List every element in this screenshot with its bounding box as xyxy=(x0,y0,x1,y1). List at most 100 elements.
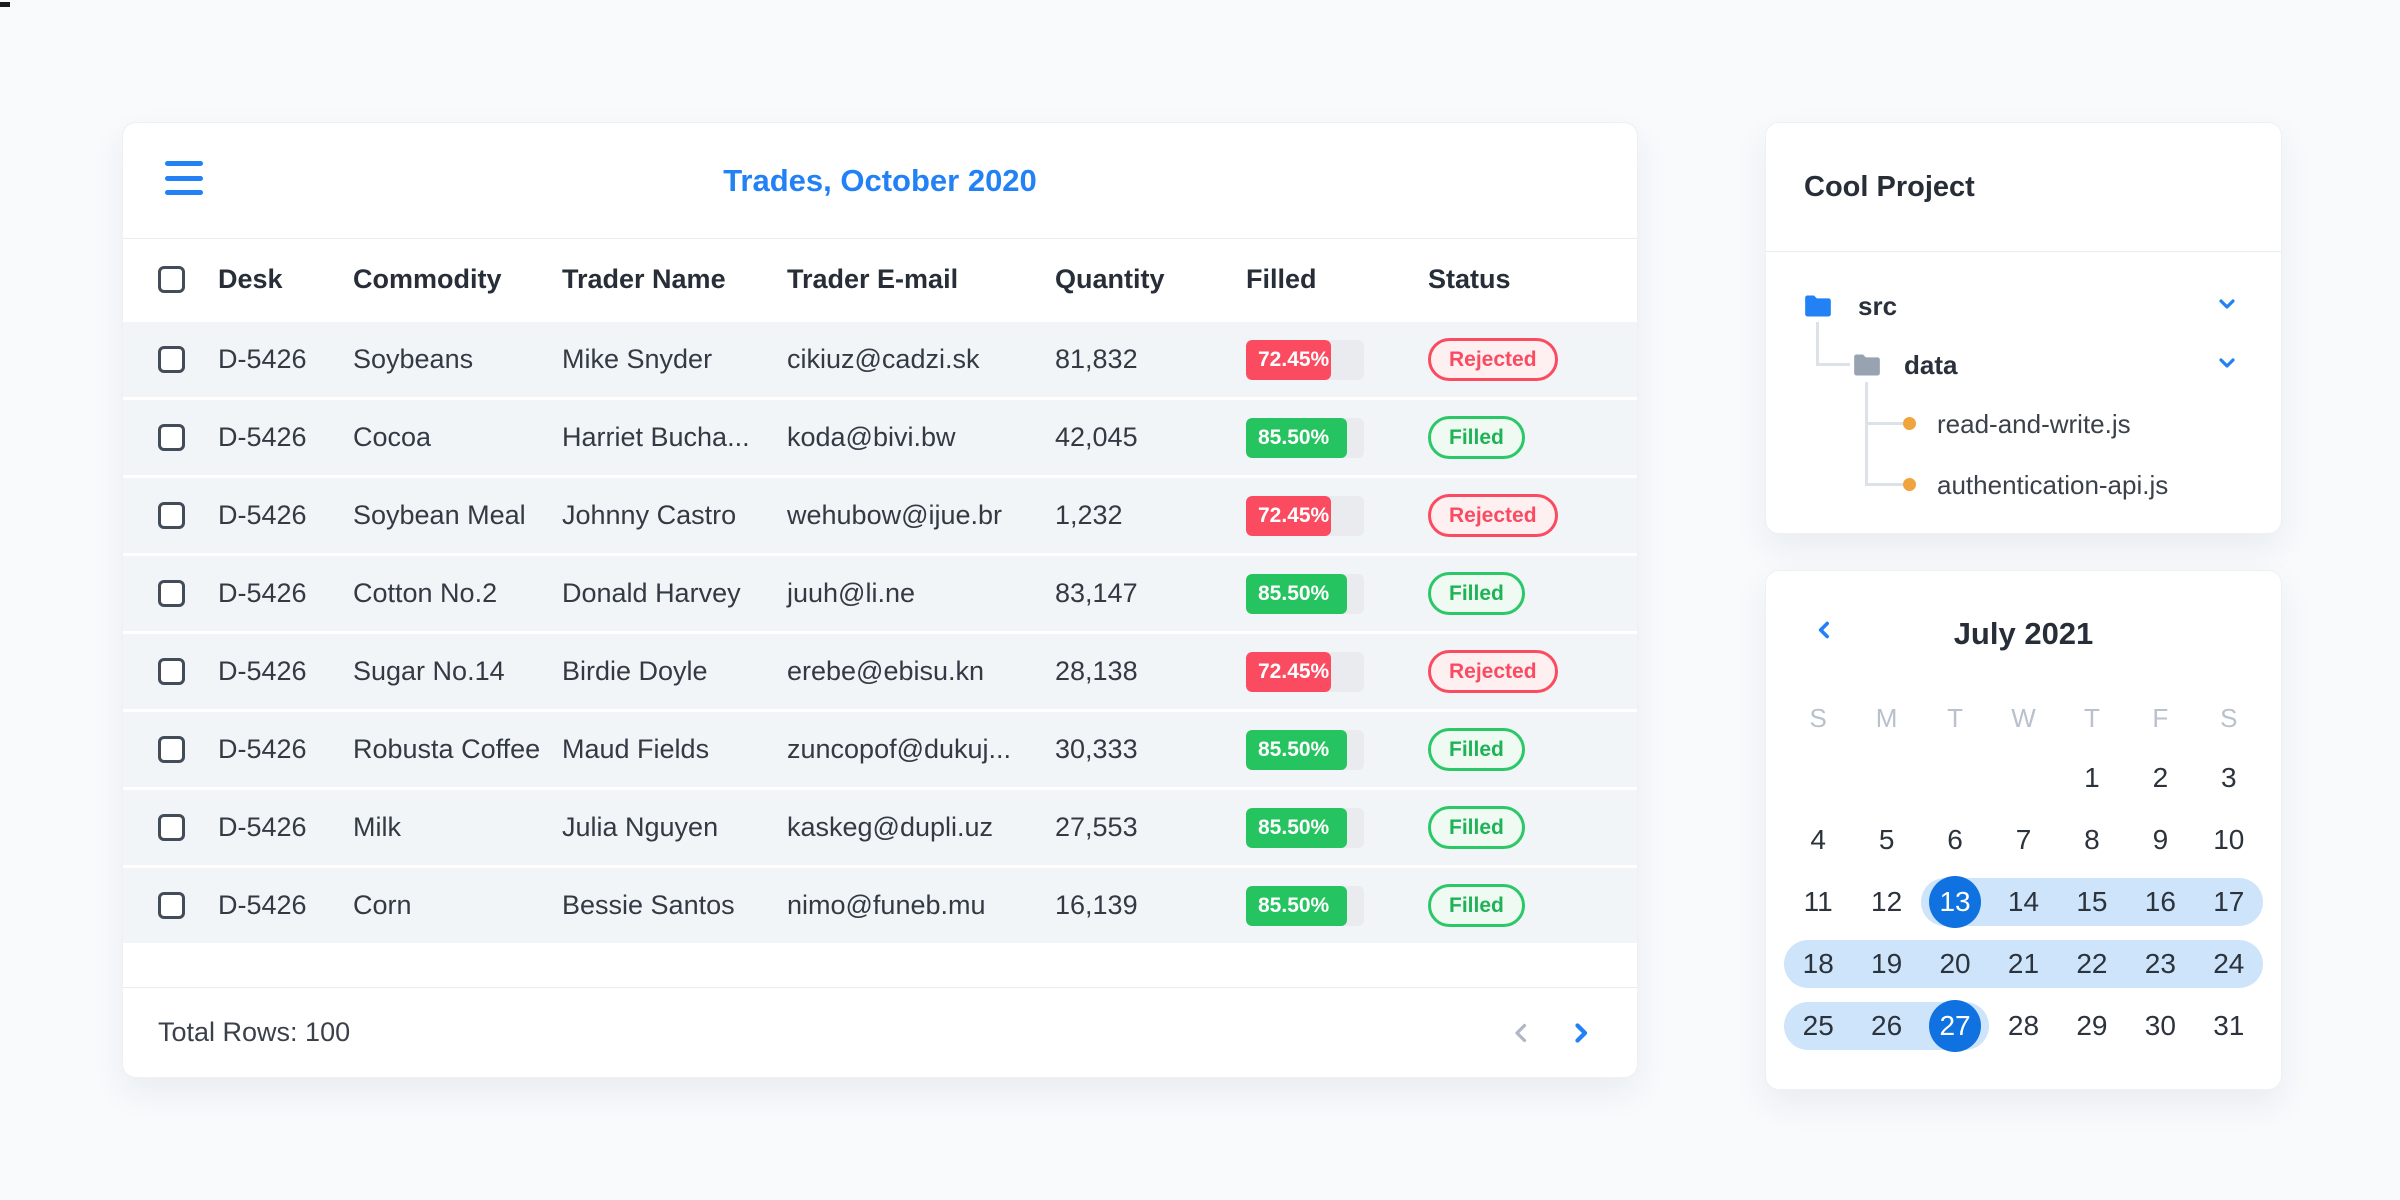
cell-desk: D-5426 xyxy=(218,578,307,608)
calendar-week-row: 4 5 6 7 8 9 10 xyxy=(1784,809,2263,871)
file-bullet-icon xyxy=(1903,478,1916,491)
screen-edge-artifact xyxy=(0,2,10,7)
calendar-header: July 2021 xyxy=(1784,571,2263,697)
calendar-day[interactable]: 20 xyxy=(1920,933,1990,995)
tree-connector xyxy=(1865,382,1868,485)
calendar-day[interactable]: 14 xyxy=(1989,871,2059,933)
filled-progress-value: 72.45% xyxy=(1246,339,1332,380)
calendar-day[interactable]: 5 xyxy=(1852,809,1920,871)
day-number: 4 xyxy=(1810,824,1826,855)
row-checkbox[interactable] xyxy=(158,346,185,373)
chevron-down-icon[interactable] xyxy=(2215,292,2239,321)
filled-progress-bar: 85.50% xyxy=(1246,573,1364,614)
day-number: 20 xyxy=(1939,948,1971,979)
calendar-weekday-row: S M T W T F S xyxy=(1784,697,2263,739)
calendar-day[interactable]: 1 xyxy=(2058,747,2126,809)
status-badge: Rejected xyxy=(1428,493,1558,538)
chevron-down-icon[interactable] xyxy=(2215,351,2239,380)
chevron-left-icon xyxy=(1515,1023,1527,1042)
chevron-left-icon xyxy=(1818,621,1830,639)
calendar-day[interactable]: 7 xyxy=(1989,809,2057,871)
cell-quantity: 28,138 xyxy=(1055,656,1138,686)
row-checkbox[interactable] xyxy=(158,424,185,451)
day-number: 16 xyxy=(2144,886,2176,917)
folder-icon xyxy=(1854,354,1880,376)
calendar-day[interactable]: 6 xyxy=(1921,809,1989,871)
calendar-day[interactable]: 21 xyxy=(1989,933,2059,995)
calendar-day[interactable]: 29 xyxy=(2058,995,2126,1057)
calendar-day-empty xyxy=(1852,747,1920,809)
tree-item-label: data xyxy=(1904,349,1958,380)
row-checkbox[interactable] xyxy=(158,814,185,841)
tree-item-file[interactable]: read-and-write.js xyxy=(1937,404,2131,444)
calendar-day[interactable]: 23 xyxy=(2126,933,2195,995)
menu-icon[interactable] xyxy=(165,161,203,195)
filled-progress-bar: 85.50% xyxy=(1246,417,1364,458)
calendar-day[interactable]: 26 xyxy=(1852,995,1922,1057)
day-number: 21 xyxy=(2007,948,2040,979)
tree-item-file[interactable]: authentication-api.js xyxy=(1937,465,2168,505)
day-number: 22 xyxy=(2076,948,2108,979)
calendar-day[interactable]: 30 xyxy=(2126,995,2194,1057)
cell-trader-name: Maud Fields xyxy=(562,734,710,764)
status-badge: Filled xyxy=(1428,571,1525,616)
row-checkbox[interactable] xyxy=(158,736,185,763)
filled-progress-bar: 85.50% xyxy=(1246,729,1364,770)
calendar-day[interactable]: 10 xyxy=(2195,809,2263,871)
table-row: D-5426 Soybean Meal Johnny Castro wehubow@i… xyxy=(123,478,1637,553)
prev-page-button[interactable] xyxy=(1507,1018,1537,1048)
calendar-grid: 1 2 3 4 5 6 7 8 9 10 11 12 13 14 15 16 17 18 19 20 21 22 23 24 2… xyxy=(1784,747,2264,1057)
calendar-day[interactable]: 8 xyxy=(2058,809,2126,871)
cell-quantity: 16,139 xyxy=(1055,890,1138,920)
calendar-day[interactable]: 15 xyxy=(2057,871,2127,933)
calendar-day[interactable]: 9 xyxy=(2126,809,2194,871)
day-number: 1 xyxy=(2084,762,2100,793)
calendar-day[interactable]: 13 xyxy=(1920,871,1990,933)
cell-quantity: 81,832 xyxy=(1055,344,1138,374)
cell-quantity: 30,333 xyxy=(1055,734,1138,764)
status-badge: Filled xyxy=(1428,415,1525,460)
calendar-day[interactable]: 11 xyxy=(1784,871,1852,933)
tree-item-src[interactable]: src xyxy=(1804,286,1897,326)
filled-progress-value: 85.50% xyxy=(1246,417,1347,458)
cell-quantity: 83,147 xyxy=(1055,578,1138,608)
calendar-day[interactable]: 2 xyxy=(2126,747,2194,809)
table-row: D-5426 Cotton No.2 Donald Harvey juuh@li.ne… xyxy=(123,556,1637,631)
row-checkbox[interactable] xyxy=(158,580,185,607)
day-number: 30 xyxy=(2144,1010,2176,1041)
day-number: 19 xyxy=(1871,948,1903,979)
day-number: 23 xyxy=(2144,948,2176,979)
calendar-prev-button[interactable] xyxy=(1812,617,1838,648)
filled-progress-value: 85.50% xyxy=(1246,573,1347,614)
calendar-day[interactable]: 12 xyxy=(1852,871,1920,933)
cell-desk: D-5426 xyxy=(218,656,307,686)
calendar-week-row: 11 12 13 14 15 16 17 xyxy=(1784,871,2264,933)
select-all-checkbox[interactable] xyxy=(158,265,185,293)
tree-item-data[interactable]: data xyxy=(1853,345,1957,385)
row-checkbox[interactable] xyxy=(158,502,185,529)
calendar-day[interactable]: 17 xyxy=(2194,871,2264,933)
trades-title: Trades, October 2020 xyxy=(723,162,1037,198)
calendar-day[interactable]: 24 xyxy=(2194,933,2264,995)
calendar-day[interactable]: 28 xyxy=(1989,995,2057,1057)
project-panel: Cool Project src data read-and-write.js xyxy=(1765,122,2282,534)
calendar-day[interactable]: 19 xyxy=(1852,933,1922,995)
calendar-day[interactable]: 4 xyxy=(1784,809,1852,871)
calendar-title: July 2021 xyxy=(1953,616,2094,651)
column-header-email: Trader E-mail xyxy=(787,263,959,294)
row-checkbox[interactable] xyxy=(158,658,185,685)
filled-progress-bar: 85.50% xyxy=(1246,807,1364,848)
calendar-day[interactable]: 25 xyxy=(1784,995,1853,1057)
row-checkbox[interactable] xyxy=(158,892,185,919)
calendar-day[interactable]: 18 xyxy=(1784,933,1853,995)
file-tree: src data read-and-write.js authenticatio… xyxy=(1766,252,2281,532)
calendar-day[interactable]: 16 xyxy=(2126,871,2195,933)
calendar-day[interactable]: 22 xyxy=(2057,933,2127,995)
day-number: 18 xyxy=(1802,948,1834,979)
next-page-button[interactable] xyxy=(1565,1018,1595,1048)
day-number: 14 xyxy=(2007,886,2040,917)
calendar-day[interactable]: 31 xyxy=(2195,995,2263,1057)
calendar-day[interactable]: 3 xyxy=(2195,747,2263,809)
calendar-day[interactable]: 27 xyxy=(1920,995,1990,1057)
cell-commodity: Soybeans xyxy=(353,344,474,374)
